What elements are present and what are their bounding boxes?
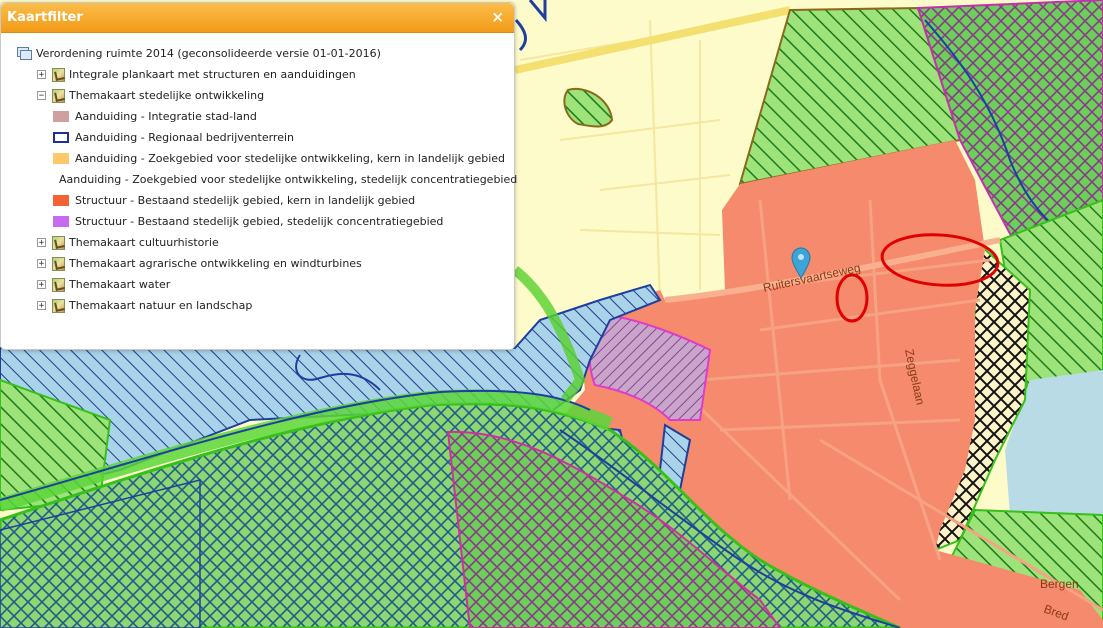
expand-icon[interactable]: + [37, 301, 46, 311]
map-layer-icon [52, 277, 65, 292]
legend-item: Aanduiding - Regionaal bedrijventerrein [17, 127, 514, 148]
layer-label: Themakaart natuur en landschap [69, 299, 253, 312]
layer-item-cultuurhistorie[interactable]: + Themakaart cultuurhistorie [17, 232, 514, 253]
legend-item: Aanduiding - Integratie stad-land [17, 106, 514, 127]
expand-icon[interactable]: + [37, 238, 46, 248]
map-layer-icon [52, 235, 65, 250]
legend-swatch [53, 153, 69, 164]
panel-header: Kaartfilter × [1, 3, 514, 33]
layer-item-water[interactable]: + Themakaart water [17, 274, 514, 295]
collapse-icon[interactable]: − [37, 91, 46, 101]
legend-item: Aanduiding - Zoekgebied voor stedelijke … [17, 169, 518, 190]
layer-item-natuur-en-landschap[interactable]: + Themakaart natuur en landschap [17, 295, 514, 316]
kaartfilter-panel: Kaartfilter × Verordening ruimte 2014 (g… [0, 2, 518, 350]
legend-swatch [53, 132, 69, 143]
expand-icon[interactable]: + [37, 259, 46, 269]
map-layer-icon [52, 256, 65, 271]
map-layer-icon [52, 88, 65, 103]
layers-icon [17, 47, 32, 60]
legend-label: Aanduiding - Zoekgebied voor stedelijke … [75, 152, 506, 165]
legend-item: Structuur - Bestaand stedelijk gebied, s… [17, 211, 514, 232]
layer-tree: Verordening ruimte 2014 (geconsolideerde… [1, 33, 518, 316]
legend-item: Structuur - Bestaand stedelijk gebied, k… [17, 190, 514, 211]
expand-icon[interactable]: + [37, 280, 46, 290]
legend-label: Aanduiding - Zoekgebied voor stedelijke … [59, 173, 518, 186]
tree-root[interactable]: Verordening ruimte 2014 (geconsolideerde… [17, 43, 514, 64]
legend-swatch [53, 216, 69, 227]
panel-title: Kaartfilter [7, 10, 83, 25]
expand-icon[interactable]: + [37, 70, 46, 80]
legend-swatch [53, 111, 69, 122]
layer-label: Themakaart water [69, 278, 171, 291]
layer-label: Themakaart stedelijke ontwikkeling [69, 89, 265, 102]
layer-label: Integrale plankaart met structuren en aa… [69, 68, 356, 81]
layer-item-integrale-plankaart[interactable]: + Integrale plankaart met structuren en … [17, 64, 514, 85]
map-layer-icon [52, 298, 65, 313]
tree-root-label: Verordening ruimte 2014 (geconsolideerde… [36, 47, 381, 60]
legend-swatch [53, 195, 69, 206]
close-icon[interactable]: × [491, 10, 504, 25]
legend-label: Aanduiding - Integratie stad-land [75, 110, 257, 123]
legend-label: Structuur - Bestaand stedelijk gebied, k… [75, 194, 416, 207]
layer-label: Themakaart agrarische ontwikkeling en wi… [69, 257, 362, 270]
street-label-bergen: Bergen [1040, 577, 1079, 591]
legend-label: Aanduiding - Regionaal bedrijventerrein [75, 131, 294, 144]
layer-item-agrarische-ontwikkeling[interactable]: + Themakaart agrarische ontwikkeling en … [17, 253, 514, 274]
legend-item: Aanduiding - Zoekgebied voor stedelijke … [17, 148, 514, 169]
layer-label: Themakaart cultuurhistorie [69, 236, 219, 249]
layer-item-stedelijke-ontwikkeling[interactable]: − Themakaart stedelijke ontwikkeling [17, 85, 514, 106]
map-layer-icon [52, 67, 65, 82]
legend-label: Structuur - Bestaand stedelijk gebied, s… [75, 215, 444, 228]
